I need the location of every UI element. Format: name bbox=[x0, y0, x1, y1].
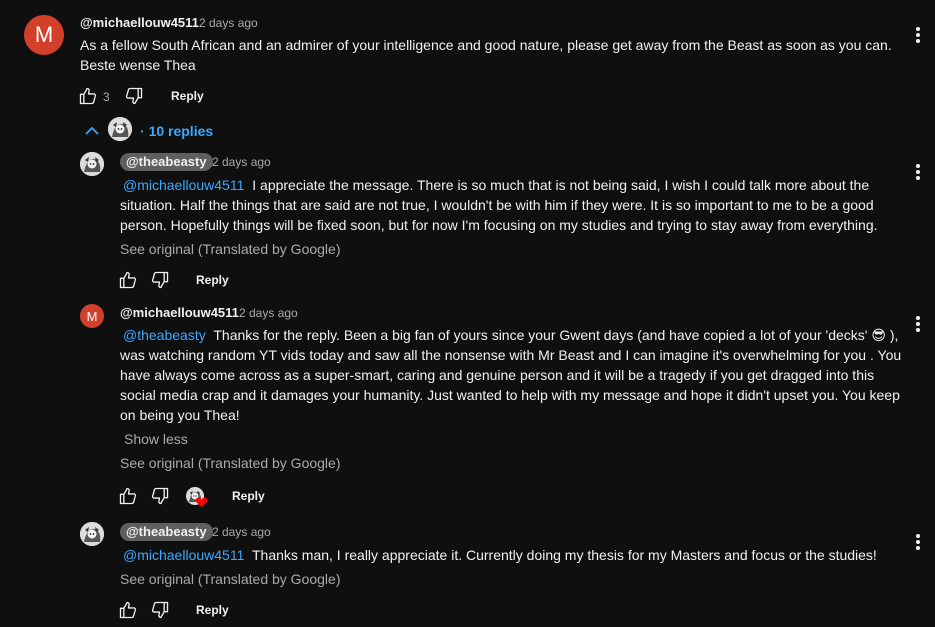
creator-heart-icon bbox=[195, 497, 208, 508]
mention-link[interactable]: @michaellouw4511 bbox=[123, 177, 244, 193]
reply-button[interactable]: Reply bbox=[232, 489, 265, 503]
comment-timestamp[interactable]: 2 days ago bbox=[199, 16, 258, 30]
see-original-link[interactable]: See original (Translated by Google) bbox=[120, 571, 341, 587]
like-count: 3 bbox=[103, 90, 110, 104]
thumb-up-icon[interactable] bbox=[118, 600, 138, 620]
reply-button[interactable]: Reply bbox=[171, 89, 204, 103]
thumb-down-icon[interactable] bbox=[150, 600, 170, 620]
comment-timestamp[interactable]: 2 days ago bbox=[212, 155, 271, 169]
thumb-up-icon[interactable] bbox=[78, 86, 98, 106]
reply-button[interactable]: Reply bbox=[196, 273, 229, 287]
avatar[interactable] bbox=[80, 152, 104, 176]
show-less-link[interactable]: Show less bbox=[124, 431, 188, 447]
comment-timestamp[interactable]: 2 days ago bbox=[239, 306, 298, 320]
creator-author-chip[interactable]: @theabeasty bbox=[120, 523, 213, 541]
thumb-up-icon[interactable] bbox=[118, 270, 138, 290]
thumb-up-icon[interactable] bbox=[118, 486, 138, 506]
mention-link[interactable]: @michaellouw4511 bbox=[123, 547, 244, 563]
more-vert-icon[interactable] bbox=[916, 164, 920, 182]
creator-heart-badge bbox=[186, 487, 210, 511]
mention-link[interactable]: @theabeasty bbox=[123, 327, 206, 343]
creator-author-chip[interactable]: @theabeasty bbox=[120, 153, 213, 171]
comment-author[interactable]: @michaellouw4511 bbox=[80, 15, 199, 30]
avatar[interactable]: M bbox=[80, 304, 104, 328]
see-original-link[interactable]: See original (Translated by Google) bbox=[120, 455, 341, 471]
comment-author[interactable]: @michaellouw4511 bbox=[120, 305, 239, 320]
see-original-link[interactable]: See original (Translated by Google) bbox=[120, 241, 341, 257]
thumb-down-icon[interactable] bbox=[124, 86, 144, 106]
more-vert-icon[interactable] bbox=[916, 27, 920, 45]
more-vert-icon[interactable] bbox=[916, 534, 920, 552]
reply-button[interactable]: Reply bbox=[196, 603, 229, 617]
replies-dot: · bbox=[140, 123, 149, 139]
replies-toggle[interactable]: · 10 replies bbox=[140, 123, 213, 139]
channel-avatar bbox=[108, 117, 132, 141]
thumb-down-icon[interactable] bbox=[150, 486, 170, 506]
chevron-up-icon[interactable] bbox=[84, 124, 100, 138]
comment-text: @michaellouw4511 I appreciate the messag… bbox=[120, 177, 878, 233]
avatar[interactable]: M bbox=[24, 15, 64, 55]
comment-text: @theabeasty Thanks for the reply. Been a… bbox=[120, 327, 902, 423]
avatar[interactable] bbox=[80, 522, 104, 546]
comment-timestamp[interactable]: 2 days ago bbox=[212, 525, 271, 539]
comment-text: @michaellouw4511 Thanks man, I really ap… bbox=[123, 547, 877, 563]
more-vert-icon[interactable] bbox=[916, 316, 920, 334]
thumb-down-icon[interactable] bbox=[150, 270, 170, 290]
comment-text: As a fellow South African and an admirer… bbox=[80, 37, 892, 73]
